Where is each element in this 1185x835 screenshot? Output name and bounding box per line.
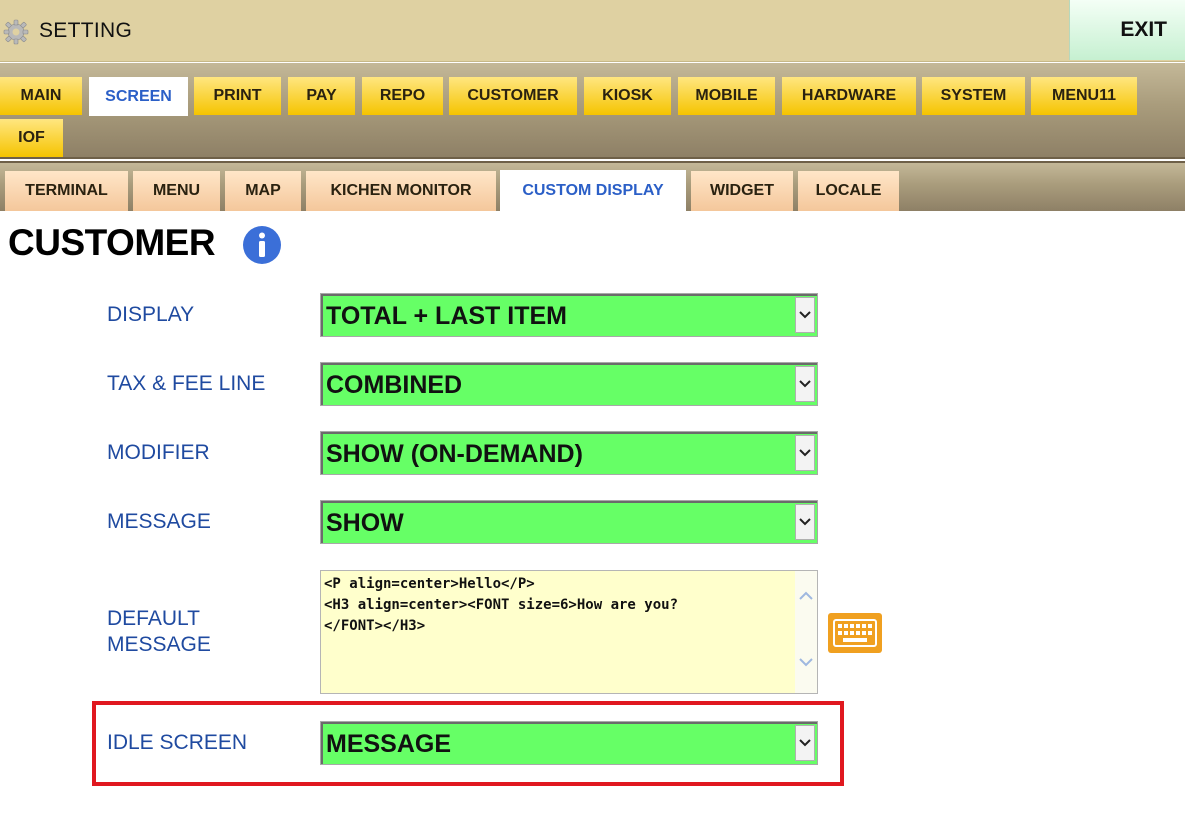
window-title: SETTING	[39, 19, 133, 42]
message-value: SHOW	[326, 509, 404, 537]
chevron-down-icon[interactable]	[795, 366, 815, 402]
subtab-locale[interactable]: LOCALE	[798, 171, 899, 211]
message-label: MESSAGE	[107, 510, 211, 533]
default-message-text: <P align=center>Hello</P> <H3 align=cent…	[324, 576, 679, 634]
tab-repo[interactable]: REPO	[362, 77, 443, 115]
scroll-down-icon[interactable]	[799, 657, 813, 667]
keyboard-icon[interactable]	[827, 612, 883, 654]
default-message-label-line1: DEFAULT	[107, 607, 200, 630]
display-label: DISPLAY	[107, 303, 195, 326]
exit-button[interactable]: EXIT	[1069, 0, 1185, 60]
tab-screen[interactable]: SCREEN	[89, 77, 188, 116]
tab-system[interactable]: SYSTEM	[922, 77, 1025, 115]
info-icon[interactable]	[242, 225, 282, 265]
tab-iof[interactable]: IOF	[0, 119, 63, 157]
chevron-down-icon[interactable]	[795, 725, 815, 761]
tab-menu11[interactable]: MENU11	[1031, 77, 1137, 115]
display-select[interactable]: TOTAL + LAST ITEM	[320, 293, 818, 337]
subtab-custom-display[interactable]: CUSTOM DISPLAY	[500, 170, 686, 212]
textarea-scrollbar[interactable]	[795, 571, 817, 693]
subtab-kichen-monitor[interactable]: KICHEN MONITOR	[306, 171, 496, 211]
idle-screen-label: IDLE SCREEN	[107, 731, 248, 754]
modifier-value: SHOW (ON-DEMAND)	[326, 440, 583, 468]
chevron-down-icon[interactable]	[795, 435, 815, 471]
scroll-up-icon[interactable]	[799, 591, 813, 601]
tab-mobile[interactable]: MOBILE	[678, 77, 775, 115]
page-title: CUSTOMER	[8, 222, 216, 263]
tab-main[interactable]: MAIN	[0, 77, 82, 115]
tax-fee-select[interactable]: COMBINED	[320, 362, 818, 406]
tab-pay[interactable]: PAY	[288, 77, 355, 115]
gear-icon	[3, 19, 29, 45]
subtab-terminal[interactable]: TERMINAL	[5, 171, 128, 211]
chevron-down-icon[interactable]	[795, 297, 815, 333]
tab-hardware[interactable]: HARDWARE	[782, 77, 916, 115]
default-message-textarea[interactable]: <P align=center>Hello</P> <H3 align=cent…	[320, 570, 818, 694]
idle-screen-value: MESSAGE	[326, 730, 452, 758]
modifier-label: MODIFIER	[107, 441, 210, 464]
default-message-label-line2: MESSAGE	[107, 633, 211, 656]
default-message-label: DEFAULT MESSAGE	[107, 606, 211, 658]
modifier-select[interactable]: SHOW (ON-DEMAND)	[320, 431, 818, 475]
subtab-widget[interactable]: WIDGET	[691, 171, 793, 211]
subtab-map[interactable]: MAP	[225, 171, 301, 211]
title-bar: SETTING EXIT	[0, 0, 1185, 62]
tab-print[interactable]: PRINT	[194, 77, 281, 115]
chevron-down-icon[interactable]	[795, 504, 815, 540]
subtab-menu[interactable]: MENU	[133, 171, 220, 211]
tax-fee-label: TAX & FEE LINE	[107, 372, 266, 395]
idle-screen-select[interactable]: MESSAGE	[320, 721, 818, 765]
message-select[interactable]: SHOW	[320, 500, 818, 544]
tab-kiosk[interactable]: KIOSK	[584, 77, 671, 115]
tax-fee-value: COMBINED	[326, 371, 463, 399]
tab-customer[interactable]: CUSTOMER	[449, 77, 577, 115]
display-value: TOTAL + LAST ITEM	[326, 302, 567, 330]
